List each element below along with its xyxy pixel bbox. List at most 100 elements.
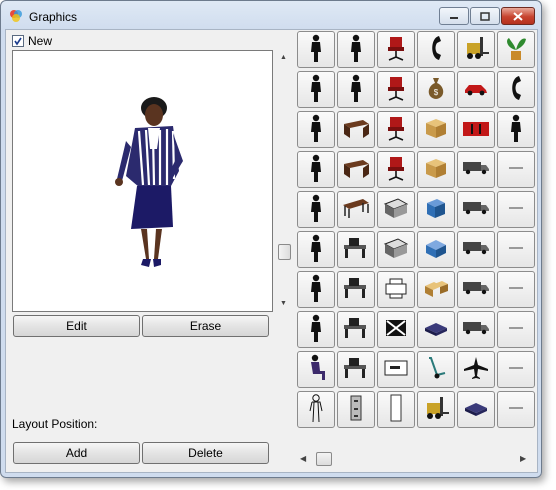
person-standing-icon: [306, 113, 326, 146]
workstation-icon: [341, 275, 371, 304]
graphic-cell[interactable]: [337, 71, 375, 108]
maximize-button[interactable]: [470, 7, 500, 25]
close-button[interactable]: [501, 7, 535, 25]
graphic-cell[interactable]: [297, 191, 335, 228]
delete-button[interactable]: Delete: [142, 442, 269, 464]
graphic-cell[interactable]: [417, 311, 455, 348]
graphic-cell[interactable]: [417, 111, 455, 148]
graphic-cell[interactable]: [497, 151, 535, 188]
person-standing-icon: [506, 113, 526, 146]
graphic-cell[interactable]: [417, 231, 455, 268]
erase-button[interactable]: Erase: [142, 315, 269, 337]
graphic-cell[interactable]: [497, 351, 535, 388]
graphics-window: Graphics New ▲ ▼ Edit Erase Layout Posit…: [0, 0, 542, 478]
graphic-cell[interactable]: [297, 231, 335, 268]
graphic-cell[interactable]: [297, 351, 335, 388]
graphic-cell[interactable]: [377, 31, 415, 68]
add-button[interactable]: Add: [13, 442, 140, 464]
person-standing-icon: [306, 193, 326, 226]
truck-icon: [461, 319, 491, 340]
graphic-cell[interactable]: [497, 71, 535, 108]
graphic-cell[interactable]: [497, 311, 535, 348]
graphic-cell[interactable]: [377, 311, 415, 348]
printer-icon: [382, 276, 410, 303]
graphic-cell[interactable]: [297, 311, 335, 348]
graphic-cell[interactable]: [337, 191, 375, 228]
graphic-cell[interactable]: [497, 391, 535, 428]
graphic-cell[interactable]: [457, 271, 495, 308]
graphic-cell[interactable]: [497, 191, 535, 228]
box-icon: [423, 155, 449, 184]
truck-icon: [461, 199, 491, 220]
scroll-up-arrow-icon[interactable]: ▲: [280, 54, 287, 61]
graphic-cell[interactable]: [297, 271, 335, 308]
forklift-icon: [462, 34, 490, 65]
vertical-scroll-thumb[interactable]: [278, 244, 291, 260]
graphic-cell[interactable]: [297, 151, 335, 188]
new-checkbox[interactable]: [12, 35, 24, 47]
gallery-horizontal-scrollbar[interactable]: ◀ ▶: [298, 452, 532, 466]
graphic-cell[interactable]: [457, 351, 495, 388]
horizontal-scroll-thumb[interactable]: [316, 452, 332, 466]
truck-icon: [461, 159, 491, 180]
graphic-cell[interactable]: [497, 231, 535, 268]
small-label-icon: [504, 163, 528, 177]
graphic-cell[interactable]: [457, 111, 495, 148]
scroll-right-arrow-icon[interactable]: ▶: [520, 454, 526, 463]
graphic-cell[interactable]: [377, 71, 415, 108]
graphic-cell[interactable]: [457, 71, 495, 108]
graphic-cell[interactable]: [417, 151, 455, 188]
maximize-icon: [480, 11, 490, 21]
graphic-cell[interactable]: [337, 271, 375, 308]
graphic-cell[interactable]: [337, 231, 375, 268]
graphic-cell[interactable]: [337, 111, 375, 148]
graphic-cell[interactable]: [457, 231, 495, 268]
graphic-cell[interactable]: [337, 151, 375, 188]
forklift-icon: [422, 394, 450, 425]
graphic-cell[interactable]: [497, 111, 535, 148]
graphic-cell[interactable]: [417, 191, 455, 228]
graphic-cell[interactable]: [297, 31, 335, 68]
desk-icon: [341, 156, 371, 183]
graphic-cell[interactable]: [337, 391, 375, 428]
graphic-cell[interactable]: [377, 111, 415, 148]
graphic-cell[interactable]: [297, 391, 335, 428]
graphic-cell[interactable]: [497, 31, 535, 68]
graphic-cell[interactable]: [417, 351, 455, 388]
graphic-cell[interactable]: [377, 231, 415, 268]
graphic-cell[interactable]: [457, 191, 495, 228]
graphic-cell[interactable]: [457, 311, 495, 348]
layout-position-label: Layout Position:: [12, 417, 98, 431]
pallet-icon: [462, 398, 490, 421]
money-bag-icon: $: [424, 74, 448, 105]
graphic-cell[interactable]: [377, 151, 415, 188]
graphic-cell[interactable]: [457, 151, 495, 188]
person-outline-icon: [306, 393, 326, 426]
graphic-cell[interactable]: [417, 391, 455, 428]
graphic-cell[interactable]: [457, 31, 495, 68]
chair-icon: [383, 74, 409, 105]
table-icon: [341, 196, 371, 223]
scroll-left-arrow-icon[interactable]: ◀: [300, 454, 306, 463]
graphic-cell[interactable]: [417, 271, 455, 308]
new-option[interactable]: New: [12, 34, 52, 48]
graphic-cell[interactable]: [457, 391, 495, 428]
graphic-cell[interactable]: [337, 31, 375, 68]
box-icon: [423, 115, 449, 144]
graphic-cell[interactable]: [377, 191, 415, 228]
graphic-cell[interactable]: [297, 111, 335, 148]
scroll-down-arrow-icon[interactable]: ▼: [280, 300, 287, 307]
minimize-button[interactable]: [439, 7, 469, 25]
preview-vertical-scrollbar[interactable]: ▲ ▼: [278, 50, 291, 312]
graphic-cell[interactable]: [377, 271, 415, 308]
graphic-cell[interactable]: [417, 31, 455, 68]
graphic-cell[interactable]: [497, 271, 535, 308]
graphic-cell[interactable]: [377, 351, 415, 388]
graphic-cell[interactable]: [297, 71, 335, 108]
graphic-cell[interactable]: [377, 391, 415, 428]
graphics-app-icon: [10, 10, 22, 22]
edit-button[interactable]: Edit: [13, 315, 140, 337]
graphic-cell[interactable]: [337, 311, 375, 348]
graphic-cell[interactable]: [337, 351, 375, 388]
graphic-cell[interactable]: $: [417, 71, 455, 108]
